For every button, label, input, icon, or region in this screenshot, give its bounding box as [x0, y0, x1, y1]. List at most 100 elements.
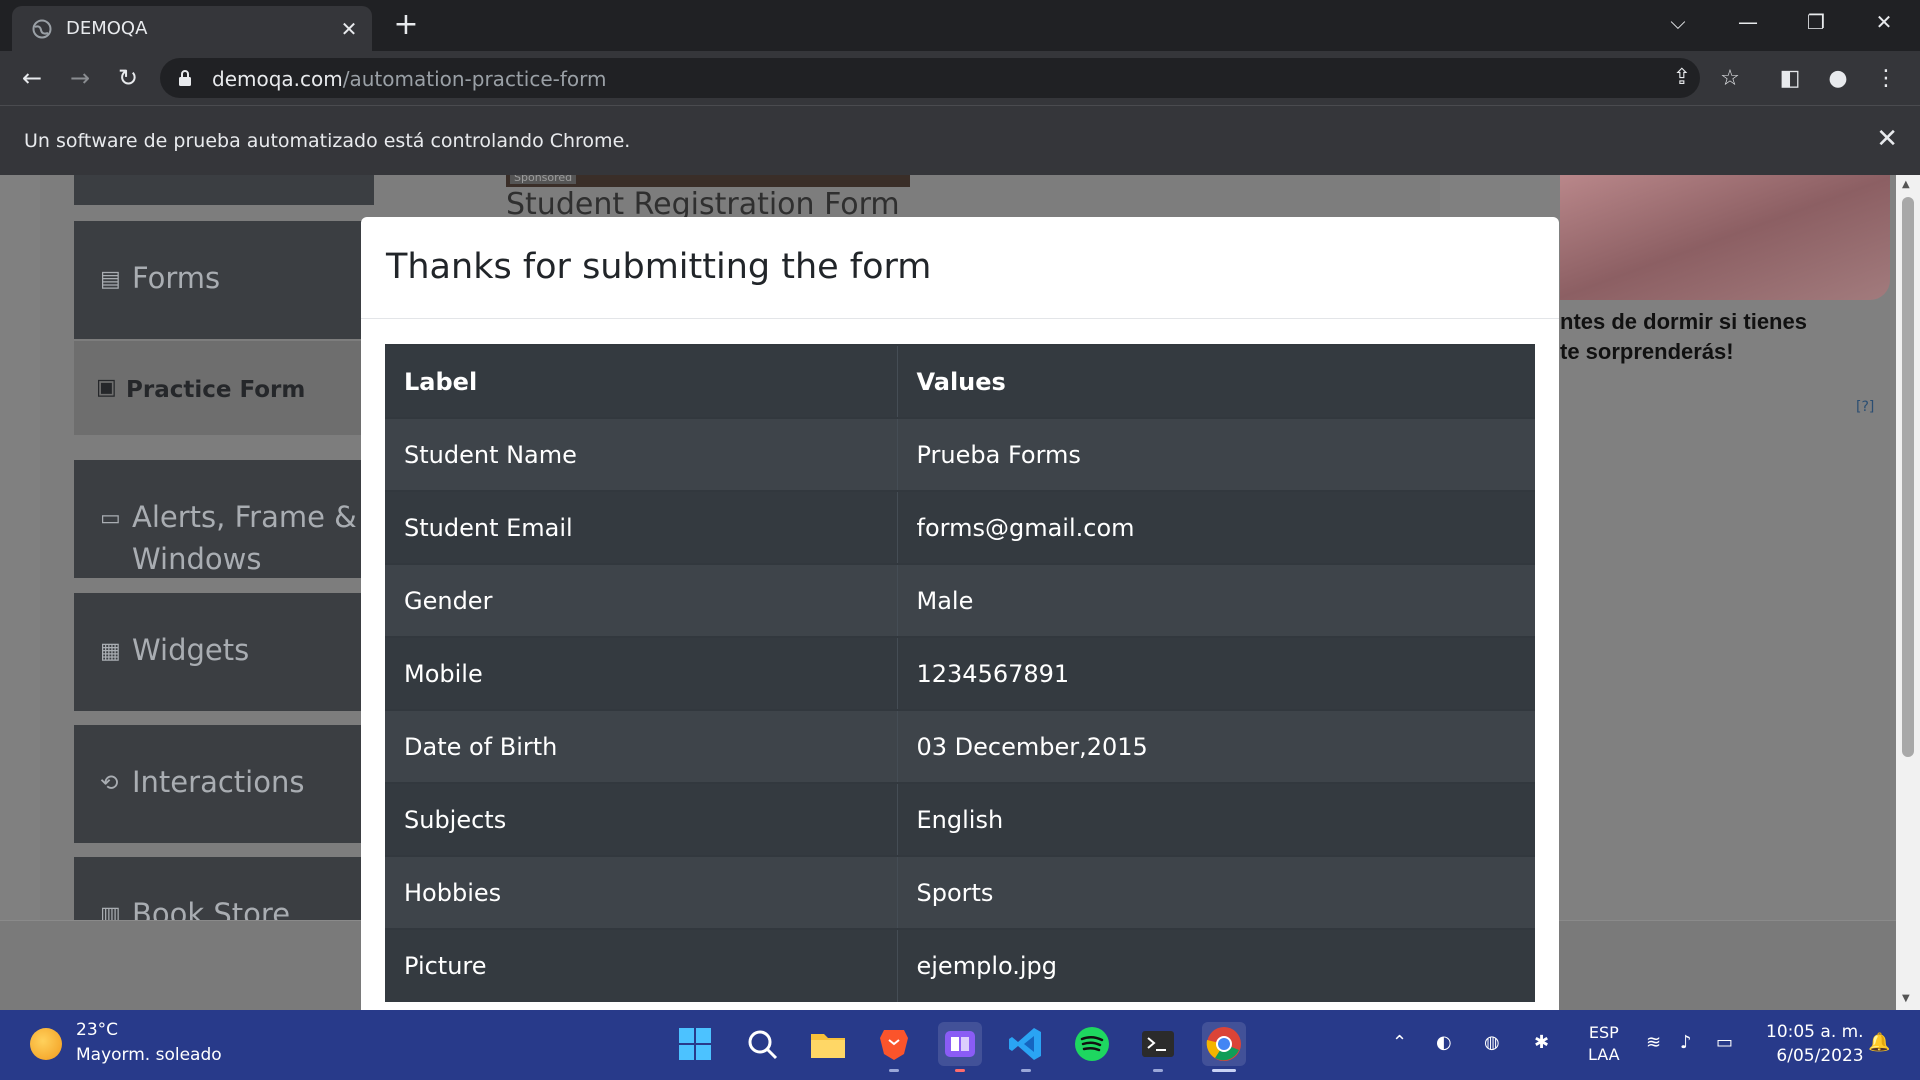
file-explorer-button[interactable]	[806, 1022, 850, 1066]
advertisement[interactable]: ntes de dormir si tienes te sorprenderás!…	[1560, 175, 1890, 475]
forward-button[interactable]: →	[62, 61, 98, 97]
minimize-button[interactable]: —	[1716, 0, 1780, 45]
interactions-icon: ⟲	[100, 771, 119, 796]
search-button[interactable]	[740, 1022, 784, 1066]
sidebar-item-label: Forms	[132, 261, 221, 295]
row-label: Date of Birth	[385, 709, 898, 783]
row-label: Gender	[385, 563, 898, 637]
tab-search-icon[interactable]: ⌵	[1646, 0, 1710, 45]
menu-icon[interactable]: ⋮	[1868, 61, 1904, 97]
browser-toolbar: ← → ↻ demoqa.com/automation-practice-for…	[0, 51, 1920, 105]
terminal-button[interactable]	[1136, 1022, 1180, 1072]
sidebar-item-label-line2: Windows	[132, 542, 262, 576]
table-row: Student Name Prueba Forms	[385, 417, 1535, 491]
page-scrollbar[interactable]: ▲ ▼	[1896, 175, 1920, 1010]
back-button[interactable]: ←	[14, 61, 50, 97]
ad-image	[1560, 175, 1890, 300]
table-row: Date of Birth 03 December,2015	[385, 709, 1535, 783]
chrome-icon	[1206, 1027, 1241, 1061]
row-value: 03 December,2015	[897, 709, 1535, 783]
start-button[interactable]	[673, 1022, 717, 1066]
spotify-button[interactable]	[1070, 1022, 1114, 1066]
scroll-up-icon[interactable]: ▲	[1902, 179, 1910, 190]
notifications-icon[interactable]: 🔔	[1868, 1032, 1890, 1053]
reload-button[interactable]: ↻	[110, 61, 146, 97]
share-icon[interactable]: ⇪	[1664, 60, 1700, 96]
sidebar-item-alerts[interactable]: ▭ Alerts, Frame & Windows	[74, 460, 374, 578]
vscode-button[interactable]	[1004, 1022, 1048, 1072]
ad-info-link[interactable]: [?]	[1856, 399, 1874, 415]
volume-icon[interactable]: ♪	[1680, 1032, 1692, 1053]
row-value: Sports	[897, 855, 1535, 929]
scrollbar-thumb[interactable]	[1902, 197, 1914, 757]
row-value: Male	[897, 563, 1535, 637]
sidebar-item-interactions[interactable]: ⟲ Interactions	[74, 725, 374, 843]
app-launcher-button[interactable]	[938, 1022, 982, 1072]
tab-strip: DEMOQA ✕ + ⌵ — ❐ ✕	[0, 0, 1920, 51]
sidebar-item-widgets[interactable]: ▦ Widgets	[74, 593, 374, 711]
browser-tab-demoqa[interactable]: DEMOQA ✕	[12, 6, 372, 51]
spotify-icon	[1075, 1027, 1109, 1061]
row-label: Picture	[385, 928, 898, 1002]
tab-title: DEMOQA	[66, 18, 148, 39]
weather-temperature[interactable]: 23°C	[76, 1020, 118, 1040]
table-header-row: Label Values	[385, 344, 1535, 418]
column-header-label: Label	[385, 344, 898, 418]
row-value: forms@gmail.com	[897, 490, 1535, 564]
bluetooth-icon[interactable]: ✱	[1534, 1032, 1549, 1053]
profile-icon[interactable]: ●	[1820, 61, 1856, 97]
bookmark-star-icon[interactable]: ☆	[1712, 61, 1748, 97]
widgets-icon: ▦	[100, 639, 121, 664]
sidebar-item-forms[interactable]: ▤ Forms	[74, 221, 374, 339]
sidebar-item-practice-form[interactable]: ▣ Practice Form	[74, 341, 374, 435]
wifi-icon[interactable]: ≋	[1646, 1032, 1661, 1053]
sidebar-item-label: Widgets	[132, 633, 250, 667]
search-icon	[748, 1030, 778, 1060]
obs-icon[interactable]: ◐	[1436, 1032, 1452, 1053]
sidebar-item-label: Book Store	[132, 897, 291, 920]
battery-icon[interactable]: ▭	[1716, 1032, 1733, 1053]
purple-app-icon	[945, 1031, 975, 1057]
forms-icon: ▤	[100, 267, 121, 292]
table-row: Student Email forms@gmail.com	[385, 490, 1535, 564]
table-row: Hobbies Sports	[385, 855, 1535, 929]
taskbar: 23°C Mayorm. soleado ⌃ ◐ ◍ ✱ ESP LAA ≋ ♪…	[0, 1010, 1920, 1080]
vscode-icon	[1009, 1028, 1041, 1060]
modal-title: Thanks for submitting the form	[386, 247, 932, 287]
new-tab-button[interactable]: +	[390, 10, 422, 42]
language-indicator[interactable]: ESP LAA	[1588, 1022, 1620, 1066]
chevron-up-icon[interactable]: ⌃	[1392, 1032, 1407, 1053]
weather-sun-icon[interactable]	[30, 1028, 62, 1060]
globe-icon	[32, 19, 52, 39]
sidebar-item-elements[interactable]	[74, 175, 374, 205]
row-value: Prueba Forms	[897, 417, 1535, 491]
row-value: ejemplo.jpg	[897, 928, 1535, 1002]
column-header-values: Values	[897, 344, 1535, 418]
table-row: Picture ejemplo.jpg	[385, 928, 1535, 1002]
sidebar-item-book-store[interactable]: ▥ Book Store	[74, 857, 374, 920]
scroll-down-icon[interactable]: ▼	[1902, 993, 1910, 1004]
lock-icon	[179, 70, 191, 86]
row-label: Subjects	[385, 782, 898, 856]
system-clock[interactable]: 10:05 a. m. 6/05/2023	[1766, 1020, 1864, 1068]
app-tray-icon[interactable]: ◍	[1484, 1032, 1500, 1053]
book-store-icon: ▥	[100, 903, 121, 920]
infobar-message: Un software de prueba automatizado está …	[24, 130, 631, 152]
sidebar-item-label: Practice Form	[126, 377, 306, 403]
ad-text: ntes de dormir si tienes te sorprenderás!	[1560, 309, 1807, 364]
infobar-close-icon[interactable]: ✕	[1876, 124, 1898, 154]
automation-infobar: Un software de prueba automatizado está …	[0, 105, 1920, 175]
chrome-button[interactable]	[1202, 1022, 1246, 1072]
alerts-icon: ▭	[100, 506, 121, 531]
side-panel-icon[interactable]: ◧	[1772, 61, 1808, 97]
terminal-icon	[1142, 1031, 1174, 1057]
tab-close-icon[interactable]: ✕	[336, 16, 362, 42]
close-window-button[interactable]: ✕	[1852, 0, 1916, 45]
row-label: Hobbies	[385, 855, 898, 929]
restore-button[interactable]: ❐	[1784, 0, 1848, 45]
folder-icon	[811, 1034, 845, 1058]
weather-description[interactable]: Mayorm. soleado	[76, 1045, 222, 1065]
row-value: English	[897, 782, 1535, 856]
brave-browser-button[interactable]	[872, 1022, 916, 1072]
address-bar[interactable]: demoqa.com/automation-practice-form ⇪	[160, 58, 1700, 98]
